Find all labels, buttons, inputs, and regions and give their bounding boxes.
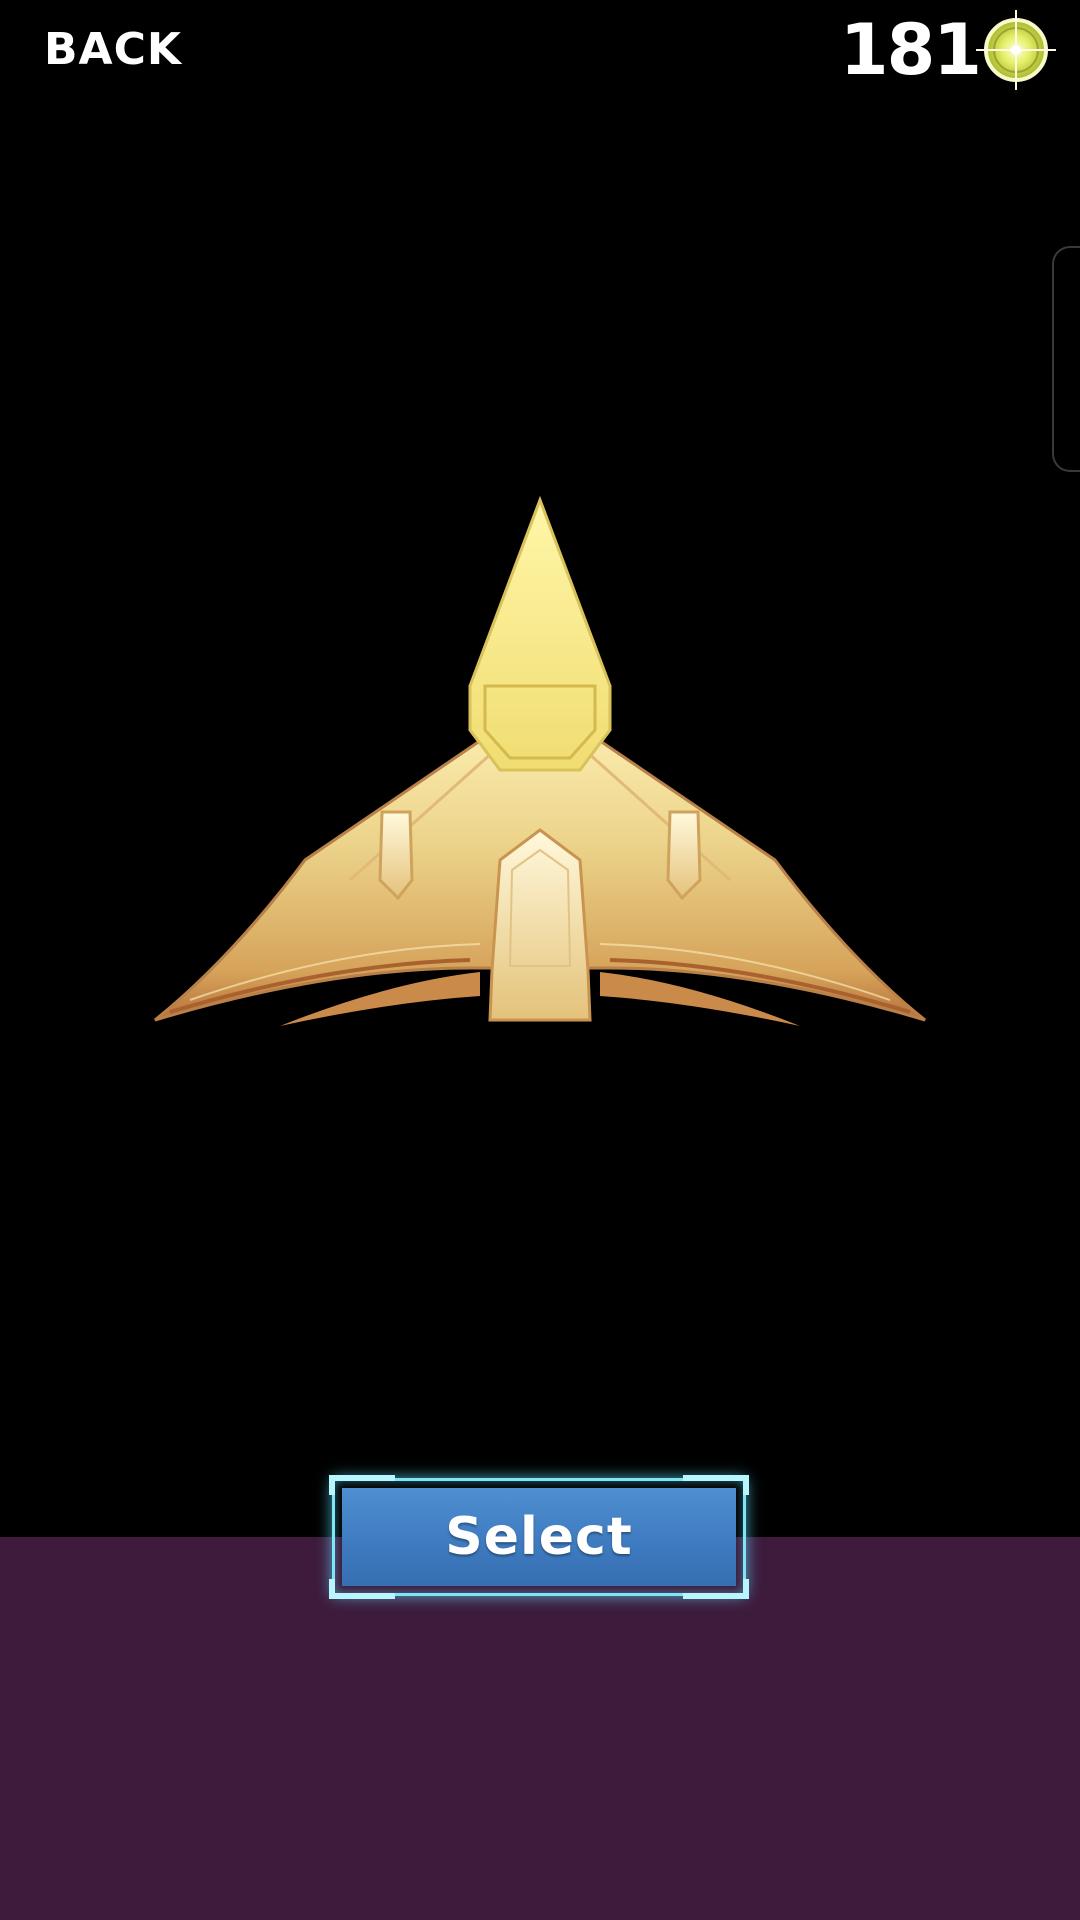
button-corner-accent	[683, 1475, 749, 1495]
crosshair-coin-icon	[976, 10, 1056, 90]
button-corner-accent	[329, 1579, 395, 1599]
side-drawer-handle[interactable]	[1052, 246, 1080, 472]
button-corner-accent	[329, 1475, 395, 1495]
coin-count: 181	[839, 9, 982, 91]
spaceship-icon	[154, 495, 926, 1026]
ship-selection-screen: BACK 181 Select	[0, 0, 1080, 1920]
select-button-label: Select	[445, 1507, 633, 1567]
back-button[interactable]: BACK	[44, 18, 182, 82]
button-corner-accent	[683, 1579, 749, 1599]
select-button[interactable]: Select	[329, 1475, 749, 1599]
coin-counter: 181	[840, 8, 1060, 92]
select-button-face[interactable]: Select	[342, 1488, 736, 1586]
